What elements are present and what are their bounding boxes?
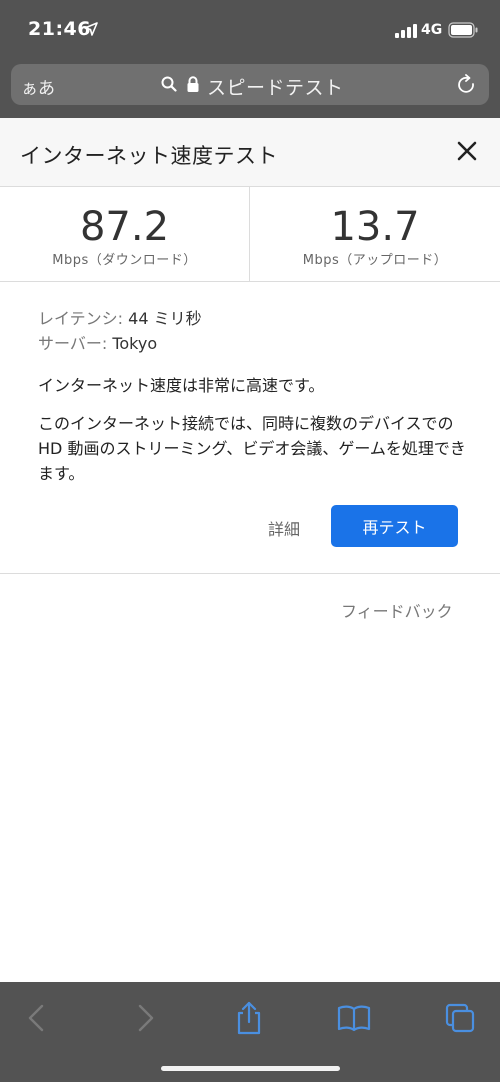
search-icon xyxy=(161,76,177,92)
back-icon[interactable] xyxy=(20,1000,56,1036)
latency-value: 44 ミリ秒 xyxy=(128,309,202,328)
location-arrow-icon xyxy=(84,22,98,36)
address-bar-area: ぁあ スピードテスト xyxy=(0,60,500,118)
download-speed-unit: Mbps（ダウンロード） xyxy=(52,253,197,268)
network-type: 4G xyxy=(421,22,443,38)
retest-button[interactable]: 再テスト xyxy=(331,505,458,547)
status-time: 21:46 xyxy=(28,18,91,40)
speed-results: 87.2 Mbps（ダウンロード） 13.7 Mbps（アップロード） xyxy=(0,187,500,282)
download-speed-value: 87.2 xyxy=(79,204,170,250)
upload-speed-unit: Mbps（アップロード） xyxy=(302,253,448,268)
signal-icon xyxy=(395,24,417,38)
server-label: サーバー: xyxy=(38,334,108,353)
upload-speed-panel: 13.7 Mbps（アップロード） xyxy=(250,187,500,281)
download-speed-panel: 87.2 Mbps（ダウンロード） xyxy=(0,187,250,281)
home-indicator xyxy=(161,1066,340,1071)
lock-icon xyxy=(187,76,199,92)
reader-options-button[interactable]: ぁあ xyxy=(21,74,55,99)
reload-icon[interactable] xyxy=(457,74,477,96)
latency-row: レイテンシ: 44 ミリ秒 xyxy=(38,306,468,331)
speed-description: このインターネット接続では、同時に複数のデバイスでの HD 動画のストリーミング… xyxy=(38,414,466,483)
server-value: Tokyo xyxy=(112,334,158,353)
bookmarks-icon[interactable] xyxy=(336,1000,372,1036)
battery-icon xyxy=(448,22,478,38)
close-icon[interactable] xyxy=(456,140,478,162)
server-row: サーバー: Tokyo xyxy=(38,331,468,356)
speed-test-header: インターネット速度テスト xyxy=(0,118,500,187)
forward-icon[interactable] xyxy=(126,1000,162,1036)
connection-info: レイテンシ: 44 ミリ秒 サーバー: Tokyo xyxy=(38,306,468,356)
speed-summary: インターネット速度は非常に高速です。 xyxy=(38,376,325,395)
divider xyxy=(0,573,500,574)
tabs-icon[interactable] xyxy=(442,1000,478,1036)
details-button[interactable]: 詳細 xyxy=(268,516,300,540)
card-title: インターネット速度テスト xyxy=(20,144,278,168)
share-icon[interactable] xyxy=(231,1000,267,1036)
url-text: スピードテスト xyxy=(207,77,344,99)
address-bar[interactable]: ぁあ スピードテスト xyxy=(11,64,489,105)
feedback-link[interactable]: フィードバック xyxy=(341,598,453,622)
latency-label: レイテンシ: xyxy=(38,309,124,328)
upload-speed-value: 13.7 xyxy=(330,204,420,250)
status-bar: 21:46 4G xyxy=(0,0,500,60)
